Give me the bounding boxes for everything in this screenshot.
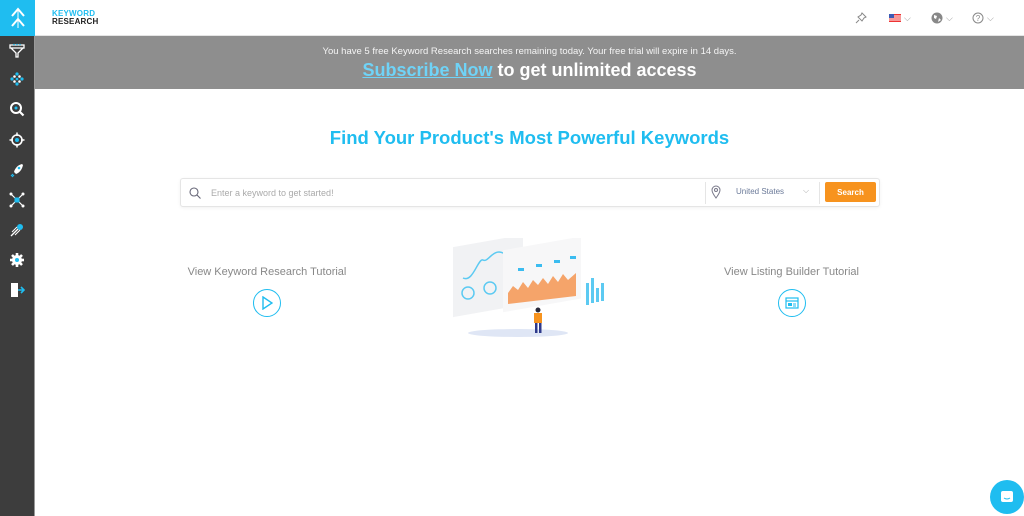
rocket-icon (10, 164, 23, 178)
sidebar-item-launch[interactable] (0, 155, 34, 185)
gear-icon (10, 253, 24, 267)
sidebar-item-logout[interactable] (0, 275, 34, 305)
sidebar (0, 0, 35, 516)
sidebar-item-network[interactable] (0, 185, 34, 215)
trial-banner: You have 5 free Keyword Research searche… (35, 36, 1024, 89)
play-button[interactable] (253, 289, 281, 317)
chevron-down-icon: ⌵ (904, 12, 911, 23)
brand-line-2: RESEARCH (52, 17, 99, 26)
network-nodes-icon (9, 192, 25, 208)
pin-button[interactable] (855, 0, 867, 36)
tutorial-label: View Listing Builder Tutorial (724, 266, 859, 278)
sidebar-item-star[interactable] (0, 215, 34, 245)
filter-funnel-icon (9, 43, 25, 58)
listing-builder-tutorial-link[interactable]: View Listing Builder Tutorial (720, 266, 863, 317)
sidebar-item-grid[interactable] (0, 64, 34, 94)
grid-dots-icon (10, 72, 24, 86)
language-dropdown[interactable]: ⌵ (931, 0, 953, 36)
keyword-search-bar: United States ⌵ Search (180, 178, 880, 207)
person-body (534, 313, 542, 323)
help-icon: ? (972, 12, 984, 24)
person-head (535, 307, 541, 313)
logout-door-icon (11, 283, 25, 297)
keyword-search-input[interactable] (211, 185, 691, 201)
divider (819, 182, 820, 204)
trial-notice: You have 5 free Keyword Research searche… (322, 46, 737, 57)
svg-text:?: ? (976, 14, 981, 23)
chat-icon (1001, 491, 1013, 502)
subscribe-now-link[interactable]: Subscribe Now (362, 60, 492, 80)
divider (705, 182, 706, 204)
country-select[interactable]: United States (736, 187, 784, 196)
brand-logo[interactable]: KEYWORD RESEARCH (52, 10, 99, 26)
sidebar-item-target[interactable] (0, 125, 34, 155)
analytics-illustration (453, 238, 604, 337)
shooting-star-icon (10, 224, 23, 237)
sidebar-item-filter[interactable] (0, 36, 34, 66)
search-button[interactable]: Search (825, 182, 876, 202)
target-crosshair-icon (9, 132, 25, 148)
us-flag-icon (889, 14, 901, 22)
country-flag-dropdown[interactable]: ⌵ (889, 0, 911, 36)
shadow (468, 329, 568, 337)
play-icon (262, 296, 273, 310)
subscribe-tail: to get unlimited access (492, 60, 697, 80)
double-chevron-up-icon (10, 7, 25, 28)
help-dropdown[interactable]: ? ⌵ (972, 0, 994, 36)
location-pin-icon (711, 185, 721, 199)
globe-icon (931, 12, 943, 24)
chevron-down-icon: ⌵ (946, 12, 953, 23)
browser-window-icon (784, 297, 799, 309)
tutorial-label: View Keyword Research Tutorial (187, 266, 347, 278)
sidebar-item-search[interactable] (0, 94, 34, 124)
keyword-research-tutorial-link[interactable]: View Keyword Research Tutorial (187, 266, 347, 317)
listing-builder-button[interactable] (777, 289, 806, 317)
app-logo[interactable] (0, 0, 35, 36)
chevron-down-icon: ⌵ (803, 186, 810, 195)
page-title: Find Your Product's Most Powerful Keywor… (329, 127, 730, 148)
pin-icon (855, 12, 867, 24)
chat-support-button[interactable] (990, 480, 1024, 514)
sidebar-item-settings[interactable] (0, 245, 34, 275)
search-icon (189, 187, 201, 199)
top-bar: KEYWORD RESEARCH ⌵ ⌵ ? ⌵ (35, 0, 1024, 36)
magnifier-icon (10, 102, 25, 117)
subscribe-cta: Subscribe Now to get unlimited access (35, 60, 1024, 81)
chevron-down-icon: ⌵ (987, 12, 994, 23)
